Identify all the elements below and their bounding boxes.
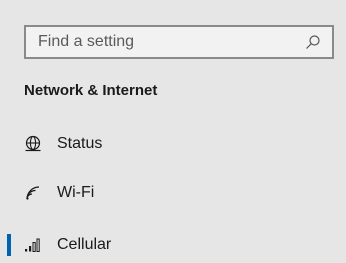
- selected-indicator: [7, 234, 11, 256]
- wifi-icon: [24, 184, 42, 202]
- nav-item-label: Cellular: [57, 236, 112, 253]
- nav-item-label: Status: [57, 135, 103, 152]
- nav-item-wifi[interactable]: Wi-Fi: [0, 175, 346, 211]
- globe-icon: [24, 135, 42, 153]
- nav-item-label: Wi-Fi: [57, 184, 95, 201]
- search-input[interactable]: [26, 27, 302, 57]
- cellular-icon: [24, 236, 42, 254]
- section-title: Network & Internet: [24, 82, 158, 99]
- nav-item-status[interactable]: Status: [0, 126, 346, 162]
- nav-item-cellular[interactable]: Cellular: [0, 227, 346, 263]
- search-icon[interactable]: [302, 31, 324, 53]
- search-box[interactable]: [24, 25, 334, 59]
